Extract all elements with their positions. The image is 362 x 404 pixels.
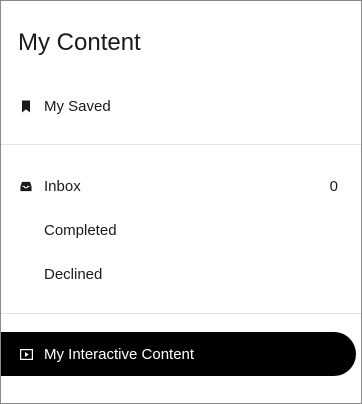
menu-item-label: My Interactive Content	[44, 345, 195, 363]
section-divider	[1, 313, 361, 314]
menu-item-my-interactive-content[interactable]: My Interactive Content	[1, 332, 356, 376]
menu-item-label: Inbox	[44, 177, 81, 195]
inbox-icon	[20, 179, 32, 193]
menu-item-label: Declined	[44, 265, 103, 283]
menu-item-inbox[interactable]: Inbox 0	[1, 171, 361, 201]
menu-item-declined[interactable]: Declined	[1, 259, 361, 289]
menu-item-label: Completed	[44, 221, 117, 239]
section-divider	[1, 144, 361, 145]
my-content-panel: My Content My Saved Inbox 0 Completed De…	[0, 0, 362, 404]
menu-item-label: My Saved	[44, 97, 111, 115]
page-title: My Content	[18, 29, 141, 56]
play-icon	[19, 348, 33, 360]
menu-item-completed[interactable]: Completed	[1, 215, 361, 245]
inbox-count: 0	[329, 177, 338, 195]
bookmark-icon	[20, 99, 32, 113]
menu-item-my-saved[interactable]: My Saved	[1, 91, 361, 121]
